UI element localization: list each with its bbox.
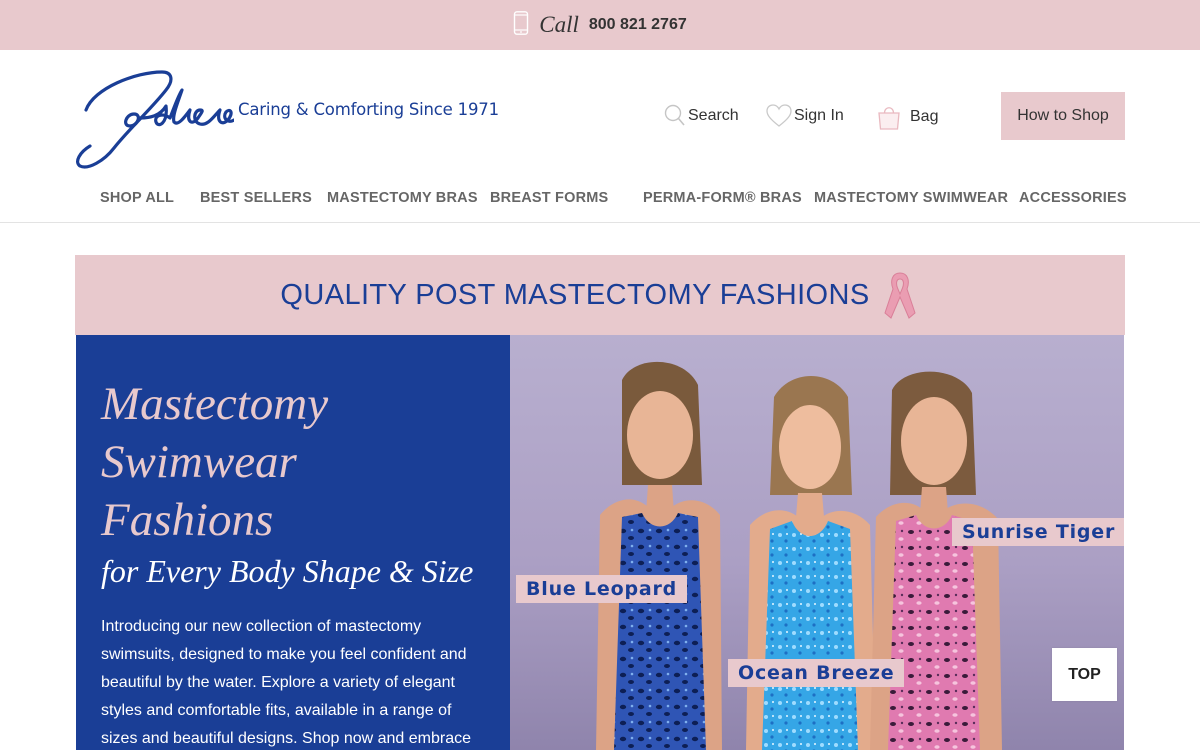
nav-item-mastectomy-swimwear[interactable]: MASTECTOMY SWIMWEAR	[814, 190, 1008, 206]
promo-text: QUALITY POST MASTECTOMY FASHIONS	[280, 278, 870, 311]
nav-item-accessories[interactable]: ACCESSORIES	[1019, 190, 1127, 206]
nav-item-mastectomy-bras[interactable]: MASTECTOMY BRAS	[327, 190, 478, 206]
sign-in-link[interactable]: Sign In	[766, 104, 844, 128]
back-to-top-button[interactable]: TOP	[1052, 648, 1117, 701]
hero-subtitle: for Every Body Shape & Size	[101, 553, 474, 589]
mobile-phone-icon	[514, 11, 529, 35]
bag-link[interactable]: Bag	[876, 104, 938, 130]
product-tag-ocean-breeze[interactable]: Ocean Breeze	[728, 659, 905, 687]
sign-in-label: Sign In	[794, 107, 844, 124]
product-tag-blue-leopard[interactable]: Blue Leopard	[516, 575, 688, 603]
phone-number-link[interactable]: 800 821 2767	[589, 16, 687, 34]
pink-ribbon-icon	[884, 272, 916, 319]
hero-body-text: Introducing our new collection of mastec…	[101, 618, 472, 747]
main-nav: SHOP ALL BEST SELLERS MASTECTOMY BRAS BR…	[0, 190, 1200, 208]
tagline: Caring & Comforting Since 1971	[238, 100, 499, 119]
hero-title: Mastectomy Swimwear Fashions	[101, 375, 501, 549]
call-label: Call	[539, 12, 579, 37]
jodee-logo[interactable]	[74, 66, 234, 172]
nav-item-best-sellers[interactable]: BEST SELLERS	[200, 190, 312, 206]
how-to-shop-button[interactable]: How to Shop	[1001, 92, 1125, 140]
nav-item-breast-forms[interactable]: BREAST FORMS	[490, 190, 608, 206]
hero-title-line-1: Mastectomy	[101, 378, 329, 430]
nav-item-perma-form-bras[interactable]: PERMA-FORM® BRAS	[643, 190, 802, 206]
nav-item-shop-all[interactable]: SHOP ALL	[100, 190, 174, 206]
header-divider	[0, 222, 1200, 223]
top-call-bar: Call 800 821 2767	[0, 0, 1200, 50]
hero-text-panel: Mastectomy Swimwear Fashions for Every B…	[76, 335, 510, 750]
product-tag-sunrise-tiger[interactable]: Sunrise Tiger	[952, 518, 1124, 546]
promo-banner[interactable]: QUALITY POST MASTECTOMY FASHIONS	[75, 255, 1125, 335]
search-link[interactable]: Search	[664, 104, 739, 128]
bag-label: Bag	[910, 108, 939, 125]
hero-title-line-3: Fashions	[101, 494, 274, 546]
hero-image[interactable]: Blue Leopard Ocean Breeze Sunrise Tiger	[510, 335, 1124, 750]
heart-icon	[766, 104, 792, 127]
search-icon	[664, 104, 685, 126]
search-label: Search	[688, 107, 739, 124]
bag-icon	[878, 107, 900, 130]
hero-title-line-2: Swimwear	[101, 436, 297, 488]
